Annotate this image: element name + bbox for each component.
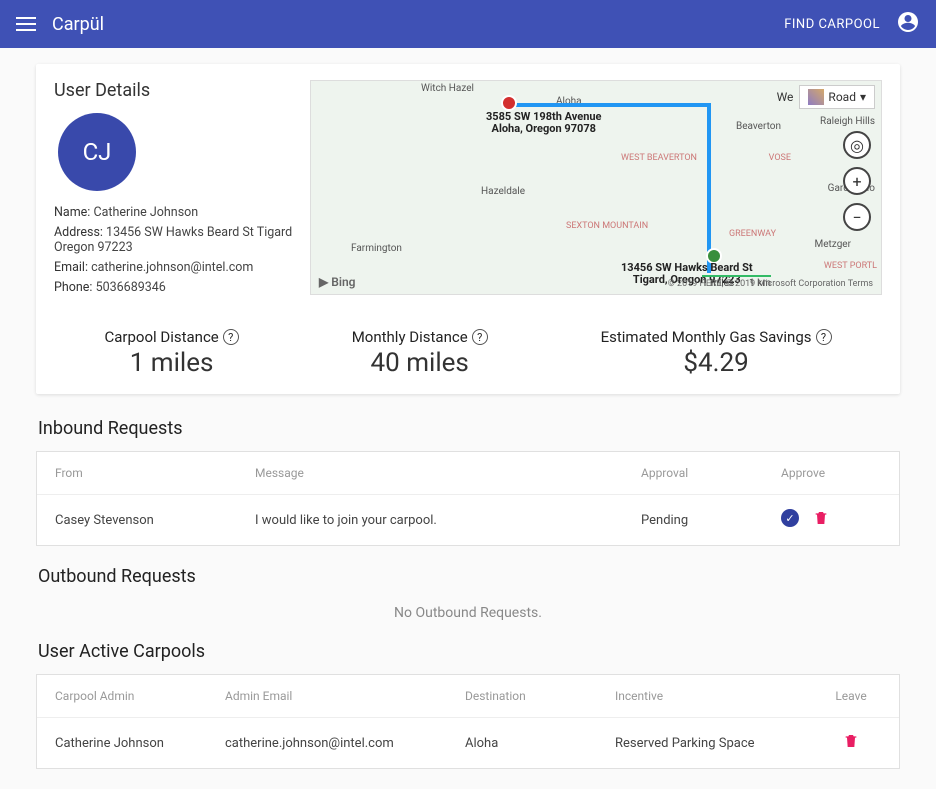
user-details-title: User Details xyxy=(54,80,294,101)
active-title: User Active Carpools xyxy=(38,641,900,662)
active-incentive: Reserved Parking Space xyxy=(615,736,821,751)
col-leave: Leave xyxy=(821,689,881,703)
app-bar-left: Carpül xyxy=(16,14,104,35)
road-label: Road xyxy=(828,90,856,104)
active-table: Carpool Admin Admin Email Destination In… xyxy=(36,674,900,769)
active-dest: Aloha xyxy=(465,736,615,751)
user-details-card: User Details CJ Name: Catherine Johnson … xyxy=(36,64,900,394)
name-label: Name: xyxy=(54,205,93,220)
map-controls: ◎ + − xyxy=(843,131,871,231)
route-map[interactable]: Witch Hazel Aloha Beaverton Raleigh Hill… xyxy=(310,80,882,295)
inbound-from: Casey Stevenson xyxy=(55,513,255,528)
road-swatch-icon xyxy=(808,89,824,105)
savings-label: Estimated Monthly Gas Savings xyxy=(601,328,812,346)
stats-row: Carpool Distance ? 1 miles Monthly Dista… xyxy=(54,328,882,378)
account-icon[interactable] xyxy=(896,10,920,38)
savings-value: $4.29 xyxy=(601,348,832,378)
outbound-empty: No Outbound Requests. xyxy=(36,599,900,631)
map-place-farmington: Farmington xyxy=(351,243,402,254)
user-email-line: Email: catherine.johnson@intel.com xyxy=(54,260,294,275)
user-name: Catherine Johnson xyxy=(93,205,198,220)
map-place-greenway: GREENWAY xyxy=(729,229,776,239)
user-name-line: Name: Catherine Johnson xyxy=(54,205,294,220)
monthly-distance-label: Monthly Distance xyxy=(352,328,468,346)
inbound-msg: I would like to join your carpool. xyxy=(255,513,641,528)
map-label-destination: 3585 SW 198th AvenueAloha, Oregon 97078 xyxy=(486,111,602,135)
inbound-title: Inbound Requests xyxy=(38,418,900,439)
active-email: catherine.johnson@intel.com xyxy=(225,736,465,751)
user-email: catherine.johnson@intel.com xyxy=(91,260,253,275)
marker-b-icon xyxy=(501,95,517,111)
col-msg: Message xyxy=(255,466,641,480)
col-approval: Approval xyxy=(641,466,781,480)
stat-savings: Estimated Monthly Gas Savings ? $4.29 xyxy=(601,328,832,378)
we-label: We xyxy=(777,90,794,104)
help-icon[interactable]: ? xyxy=(472,329,488,345)
user-phone-line: Phone: 5036689346 xyxy=(54,280,294,295)
app-title: Carpül xyxy=(52,14,104,35)
map-place-westport: WEST PORTL xyxy=(824,261,877,271)
approve-button[interactable]: ✓ xyxy=(781,509,799,527)
stat-carpool-distance: Carpool Distance ? 1 miles xyxy=(104,328,238,378)
phone-label: Phone: xyxy=(54,280,96,295)
locate-icon: ◎ xyxy=(850,136,864,155)
zoom-out-button[interactable]: − xyxy=(843,203,871,231)
map-place-hazeldale: Hazeldale xyxy=(481,186,525,197)
map-copyright: © 2019 HERE, © 2019 Microsoft Corporatio… xyxy=(668,279,873,289)
carpool-distance-label: Carpool Distance xyxy=(104,328,218,346)
leave-button[interactable] xyxy=(821,732,881,754)
help-icon[interactable]: ? xyxy=(816,329,832,345)
route-segment xyxy=(511,103,711,107)
map-toolbar: We Road ▾ xyxy=(777,85,875,109)
map-place-sexton: SEXTON MOUNTAIN xyxy=(566,221,648,231)
delete-button[interactable] xyxy=(813,509,829,531)
active-header-row: Carpool Admin Admin Email Destination In… xyxy=(37,675,899,718)
email-label: Email: xyxy=(54,260,91,275)
col-admin: Carpool Admin xyxy=(55,689,225,703)
address-label: Address: xyxy=(54,225,106,240)
map-place-witch-hazel: Witch Hazel xyxy=(421,83,474,94)
help-icon[interactable]: ? xyxy=(223,329,239,345)
col-email: Admin Email xyxy=(225,689,465,703)
inbound-table: From Message Approval Approve Casey Stev… xyxy=(36,451,900,546)
chevron-down-icon: ▾ xyxy=(860,90,866,104)
col-approve: Approve xyxy=(781,466,881,480)
map-place-metzger: Metzger xyxy=(815,239,852,250)
carpool-distance-value: 1 miles xyxy=(104,348,238,378)
user-phone: 5036689346 xyxy=(96,280,166,295)
plus-icon: + xyxy=(852,172,861,191)
inbound-approval: Pending xyxy=(641,513,781,528)
check-icon: ✓ xyxy=(785,512,794,525)
bing-logo: ▶ Bing xyxy=(319,275,355,289)
zoom-in-button[interactable]: + xyxy=(843,167,871,195)
user-address-line: Address: 13456 SW Hawks Beard St Tigard … xyxy=(54,225,294,255)
col-dest: Destination xyxy=(465,689,615,703)
outbound-title: Outbound Requests xyxy=(38,566,900,587)
map-place-raleigh: Raleigh Hills xyxy=(820,116,875,127)
table-row: Casey Stevenson I would like to join you… xyxy=(37,495,899,545)
col-incentive: Incentive xyxy=(615,689,821,703)
find-carpool-link[interactable]: FIND CARPOOL xyxy=(784,17,880,32)
stat-monthly-distance: Monthly Distance ? 40 miles xyxy=(352,328,488,378)
app-bar: Carpül FIND CARPOOL xyxy=(0,0,936,48)
minus-icon: − xyxy=(852,208,861,227)
map-place-beaverton: Beaverton xyxy=(736,121,781,132)
avatar: CJ xyxy=(58,113,136,191)
map-place-vose: VOSE xyxy=(769,153,791,163)
menu-icon[interactable] xyxy=(16,17,36,31)
table-row: Catherine Johnson catherine.johnson@inte… xyxy=(37,718,899,768)
map-style-select[interactable]: Road ▾ xyxy=(799,85,875,109)
inbound-header-row: From Message Approval Approve xyxy=(37,452,899,495)
map-place-west-beaverton: WEST BEAVERTON xyxy=(621,153,697,163)
locate-button[interactable]: ◎ xyxy=(843,131,871,159)
col-from: From xyxy=(55,466,255,480)
active-admin: Catherine Johnson xyxy=(55,736,225,751)
app-bar-right: FIND CARPOOL xyxy=(784,10,920,38)
monthly-distance-value: 40 miles xyxy=(352,348,488,378)
